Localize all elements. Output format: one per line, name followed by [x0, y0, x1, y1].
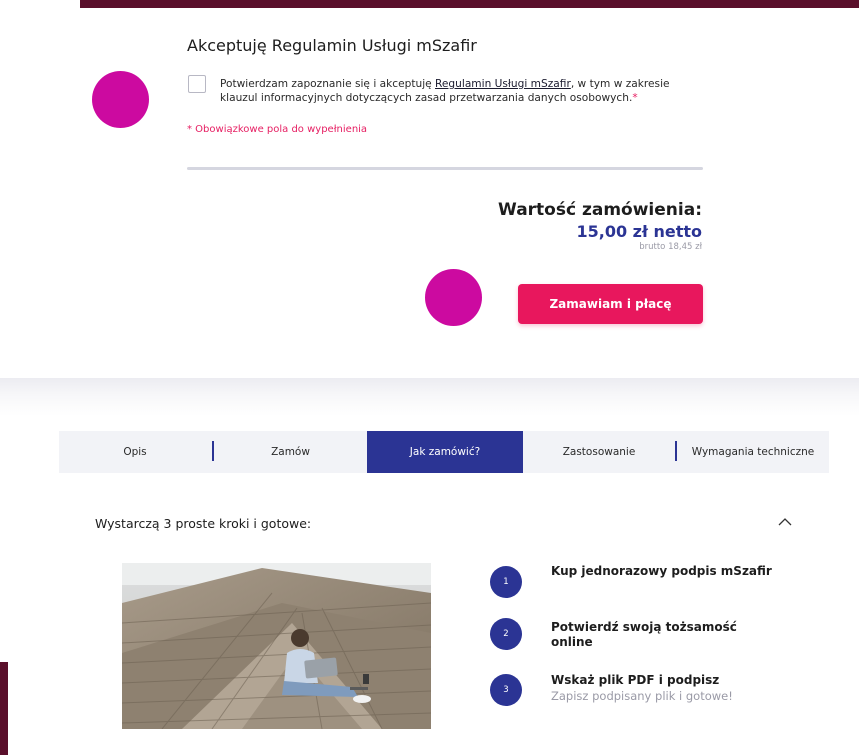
annotation-dot — [425, 269, 482, 326]
photo-illustration — [122, 563, 431, 729]
step-3-badge: 3 — [490, 674, 522, 706]
order-and-pay-button[interactable]: Zamawiam i płacę — [518, 284, 703, 324]
consent-prefix: Potwierdzam zapoznanie się i akceptuję — [220, 78, 436, 90]
terms-title: Akceptuję Regulamin Usługi mSzafir — [187, 36, 477, 55]
steps-section-title: Wystarczą 3 proste kroki i gotowe: — [95, 516, 312, 531]
tab-opis[interactable]: Opis — [59, 431, 211, 473]
step-2-title-line1: Potwierdź swoją tożsamość — [551, 620, 737, 634]
terms-checkbox[interactable] — [188, 75, 206, 93]
order-summary-card — [0, 8, 859, 378]
step-3-title: Wskaż plik PDF i podpisz — [551, 673, 720, 687]
woman-with-laptop-photo — [122, 563, 431, 729]
step-1-title: Kup jednorazowy podpis mSzafir — [551, 564, 772, 578]
left-brand-bar — [0, 662, 8, 755]
annotation-dot — [92, 71, 149, 128]
top-brand-bar — [80, 0, 859, 8]
required-asterisk: * — [632, 92, 638, 104]
section-divider — [187, 167, 703, 170]
terms-consent-text: Potwierdzam zapoznanie się i akceptuję R… — [220, 77, 710, 105]
tab-zamow[interactable]: Zamów — [214, 431, 367, 473]
required-fields-note: * Obowiązkowe pola do wypełnienia — [187, 124, 368, 135]
order-gross-price: brutto 18,45 zł — [639, 242, 702, 252]
card-shadow — [0, 378, 859, 416]
product-tabs: Opis Zamów Jak zamówić? Zastosowanie Wym… — [59, 431, 829, 473]
step-3-subtitle: Zapisz podpisany plik i gotowe! — [551, 689, 733, 703]
step-1-badge: 1 — [490, 566, 522, 598]
step-2-title-line2: online — [551, 635, 593, 649]
terms-link[interactable]: Regulamin Usługi mSzafir — [435, 78, 571, 90]
chevron-up-icon[interactable] — [778, 517, 792, 527]
tab-zastosowanie[interactable]: Zastosowanie — [523, 431, 675, 473]
step-2-badge: 2 — [490, 618, 522, 650]
tab-jak-zamowic[interactable]: Jak zamówić? — [367, 431, 523, 473]
tab-wymagania-techniczne[interactable]: Wymagania techniczne — [677, 431, 829, 473]
order-net-price: 15,00 zł netto — [576, 222, 702, 241]
order-value-label: Wartość zamówienia: — [498, 200, 702, 220]
